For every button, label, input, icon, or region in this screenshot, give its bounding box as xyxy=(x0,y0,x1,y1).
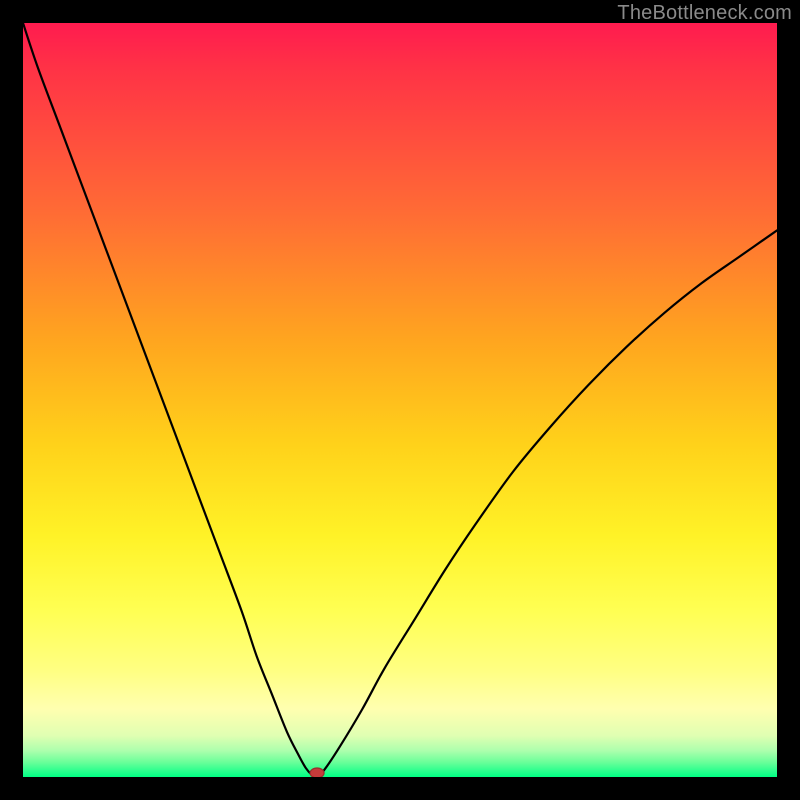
plot-area xyxy=(23,23,777,777)
watermark-label: TheBottleneck.com xyxy=(617,2,792,25)
bottleneck-curve xyxy=(23,23,777,777)
curve-layer xyxy=(23,23,777,777)
minimum-marker-icon xyxy=(310,768,324,777)
chart-frame: TheBottleneck.com xyxy=(0,0,800,800)
